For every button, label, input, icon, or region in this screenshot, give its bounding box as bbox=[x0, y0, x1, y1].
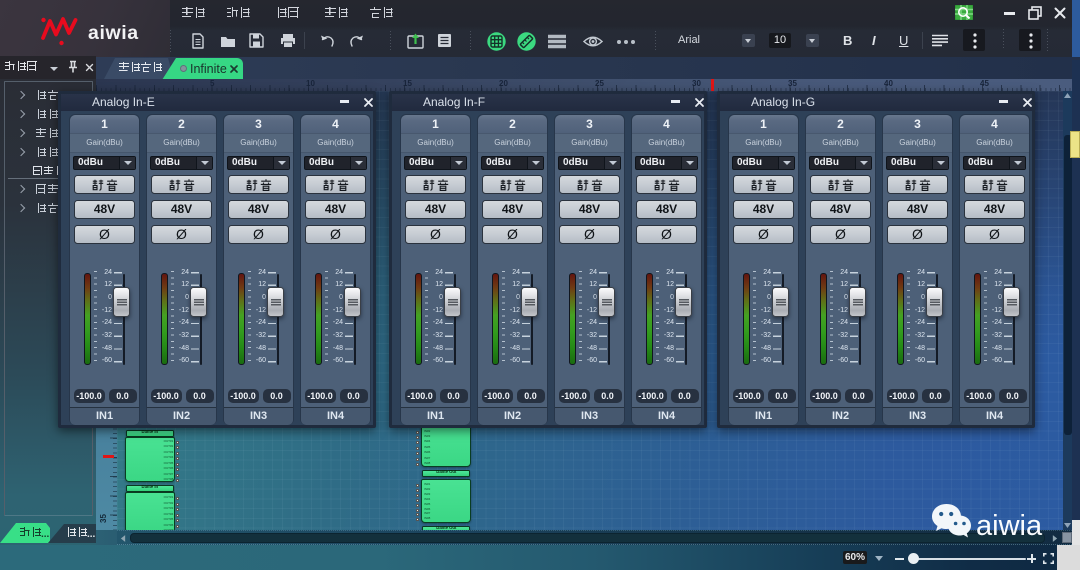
svg-text:aiwia: aiwia bbox=[976, 510, 1043, 542]
svg-text:aiwia: aiwia bbox=[88, 22, 139, 44]
